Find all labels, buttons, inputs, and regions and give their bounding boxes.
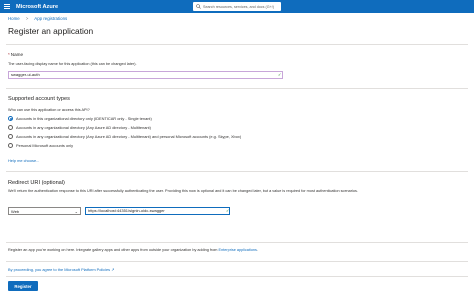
account-type-option-label: Accounts in this organizational director…	[16, 116, 152, 121]
breadcrumb-home[interactable]: Home	[8, 16, 20, 21]
checkmark-icon: ✓	[226, 208, 230, 213]
redirect-uri-input[interactable]: https://localhost:44351/signin-oidc-swag…	[85, 207, 230, 215]
name-label: *Name	[8, 52, 23, 57]
divider	[6, 88, 468, 89]
brand-name[interactable]: Microsoft Azure	[16, 4, 58, 10]
account-types-question: Who can use this application or access t…	[8, 108, 90, 112]
account-type-option[interactable]: Accounts in this organizational director…	[8, 116, 152, 121]
register-info-suffix: .	[256, 248, 259, 252]
radio-button[interactable]	[8, 143, 13, 148]
platform-policies-link[interactable]: By proceeding, you agree to the Microsof…	[8, 267, 114, 272]
external-link-icon: ↗	[111, 267, 115, 272]
radio-button-selected[interactable]	[8, 116, 13, 121]
help-me-choose-link[interactable]: Help me choose...	[8, 158, 39, 163]
redirect-uri-description: We'll return the authentication response…	[8, 189, 358, 193]
account-type-option[interactable]: Accounts in any organizational directory…	[8, 125, 151, 130]
account-type-option[interactable]: Accounts in any organizational directory…	[8, 134, 241, 139]
register-info-prefix: Register an app you're working on here. …	[8, 248, 219, 252]
search-placeholder: Search resources, services, and docs (G+…	[203, 4, 275, 9]
register-info-text: Register an app you're working on here. …	[8, 248, 258, 252]
radio-button[interactable]	[8, 134, 13, 139]
platform-select[interactable]: Web ⌄	[8, 207, 81, 215]
top-bar: Microsoft Azure Search resources, servic…	[0, 0, 474, 13]
divider	[6, 171, 468, 172]
redirect-uri-title: Redirect URI (optional)	[8, 180, 65, 186]
divider	[6, 261, 468, 262]
checkmark-icon: ✓	[278, 72, 282, 77]
page-title: Register an application	[8, 26, 94, 36]
account-types-title: Supported account types	[8, 96, 70, 102]
breadcrumb: Home > App registrations	[8, 16, 67, 21]
enterprise-applications-link[interactable]: Enterprise applications	[219, 248, 257, 252]
divider	[6, 44, 468, 45]
global-search-box[interactable]: Search resources, services, and docs (G+…	[193, 2, 281, 11]
required-marker: *	[8, 52, 10, 57]
search-icon	[196, 4, 201, 9]
breadcrumb-app-registrations[interactable]: App registrations	[34, 16, 67, 21]
chevron-down-icon: ⌄	[74, 209, 78, 214]
name-input[interactable]: swagger-ui-auth	[8, 71, 283, 79]
account-type-option-label: Accounts in any organizational directory…	[16, 134, 242, 139]
platform-policies-text: By proceeding, you agree to the Microsof…	[8, 267, 111, 272]
hamburger-menu-icon[interactable]	[0, 0, 14, 13]
name-help-text: The user-facing display name for this ap…	[8, 62, 137, 66]
name-label-text: Name	[10, 52, 24, 57]
breadcrumb-separator: >	[25, 16, 29, 21]
register-button[interactable]: Register	[8, 281, 38, 291]
account-type-option-label: Personal Microsoft accounts only	[16, 143, 74, 148]
divider	[6, 276, 468, 277]
divider	[6, 242, 468, 243]
radio-button[interactable]	[8, 125, 13, 130]
platform-select-value: Web	[11, 209, 20, 214]
account-type-option-label: Accounts in any organizational directory…	[16, 125, 151, 130]
account-type-option[interactable]: Personal Microsoft accounts only	[8, 143, 73, 148]
